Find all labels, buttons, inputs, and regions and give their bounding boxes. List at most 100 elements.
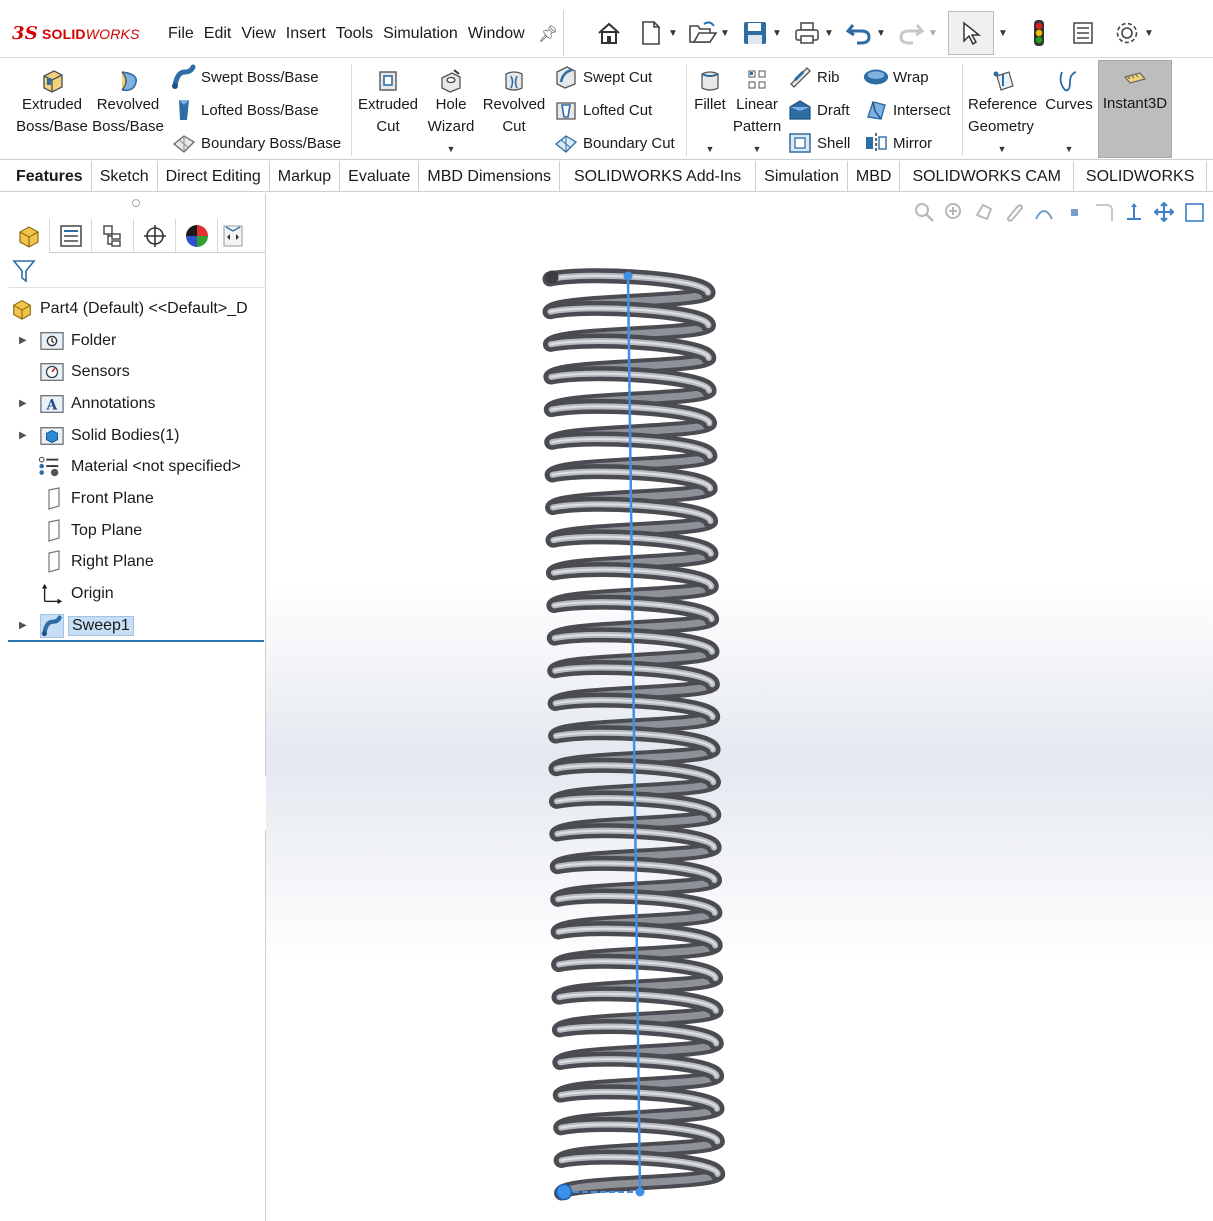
tree-item-annotations[interactable]: ▶ A Annotations: [8, 388, 266, 420]
reference-geometry-dropdown-icon[interactable]: ▼: [964, 138, 1040, 160]
hole-wizard-button[interactable]: Hole Wizard ▼: [422, 64, 480, 160]
origin-icon: [40, 582, 64, 606]
draft-button[interactable]: Draft: [786, 96, 850, 124]
linear-pattern-button[interactable]: Linear Pattern ▼: [732, 64, 782, 160]
print-icon[interactable]: [792, 18, 822, 48]
menu-tools[interactable]: Tools: [336, 25, 378, 43]
revolved-boss-base-button[interactable]: Revolved Boss/Base: [92, 64, 164, 138]
file-properties-icon[interactable]: [1068, 18, 1098, 48]
more-panel-tabs-button[interactable]: [218, 219, 248, 253]
tab-sketch[interactable]: Sketch: [92, 161, 158, 191]
tab-solidworks-add-ins[interactable]: SOLIDWORKS Add-Ins: [560, 161, 757, 191]
tree-item-folder[interactable]: ▶ Folder: [8, 325, 266, 357]
options-dropdown-icon[interactable]: ▼: [1142, 28, 1156, 39]
redo-dropdown-icon[interactable]: ▼: [926, 28, 940, 39]
graphics-viewport[interactable]: [266, 193, 1213, 1221]
tab-solidworks-cam[interactable]: SOLIDWORKS CAM: [900, 161, 1074, 191]
tree-root-part[interactable]: Part4 (Default) <<Default>_D: [8, 293, 266, 325]
select-tool-button[interactable]: [948, 11, 994, 55]
expand-arrow-icon[interactable]: ▶: [19, 620, 29, 631]
feature-manager-tab[interactable]: [8, 219, 50, 253]
revolved-cut-button[interactable]: Revolved Cut: [480, 64, 548, 138]
tab-evaluate[interactable]: Evaluate: [340, 161, 420, 191]
menu-view[interactable]: View: [241, 25, 280, 43]
select-dropdown-icon[interactable]: ▼: [996, 28, 1010, 39]
expand-arrow-icon[interactable]: ▶: [19, 430, 29, 441]
new-dropdown-icon[interactable]: ▼: [666, 28, 680, 39]
wrap-button[interactable]: Wrap: [862, 63, 929, 91]
axis-top-endpoint[interactable]: [623, 271, 633, 281]
tab-mbd-dimensions[interactable]: MBD Dimensions: [419, 161, 560, 191]
axis-bottom-endpoint[interactable]: [635, 1187, 645, 1197]
tree-item-sensors[interactable]: Sensors: [8, 356, 266, 388]
redo-icon[interactable]: [896, 18, 926, 48]
boundary-boss-base-button[interactable]: Boundary Boss/Base: [170, 129, 341, 157]
tree-item-material[interactable]: Material <not specified>: [8, 451, 266, 483]
swept-cut-button[interactable]: Swept Cut: [552, 63, 652, 91]
menu-insert[interactable]: Insert: [286, 25, 331, 43]
print-dropdown-icon[interactable]: ▼: [822, 28, 836, 39]
lofted-cut-button[interactable]: Lofted Cut: [552, 96, 652, 124]
cursor-arrow-icon: [963, 21, 982, 46]
tree-filter[interactable]: [8, 254, 266, 288]
property-manager-tab[interactable]: [50, 219, 92, 253]
tree-item-front-plane[interactable]: Front Plane: [8, 483, 266, 515]
tab-direct-editing[interactable]: Direct Editing: [158, 161, 270, 191]
fillet-dropdown-icon[interactable]: ▼: [690, 138, 730, 160]
menu-file[interactable]: File: [168, 25, 199, 43]
instant3d-button[interactable]: Instant3D: [1098, 60, 1172, 158]
pin-icon[interactable]: 📌︎: [538, 24, 558, 44]
tab-markup[interactable]: Markup: [270, 161, 341, 191]
swept-boss-base-button[interactable]: Swept Boss/Base: [170, 63, 319, 91]
expand-arrow-icon[interactable]: ▶: [19, 335, 29, 346]
save-dropdown-icon[interactable]: ▼: [770, 28, 784, 39]
rebuild-icon[interactable]: [1024, 18, 1054, 48]
tree-item-sweep1[interactable]: ▶ Sweep1: [8, 610, 266, 642]
menu-simulation[interactable]: Simulation: [383, 25, 463, 43]
mirror-button[interactable]: Mirror: [862, 129, 932, 157]
extruded-boss-base-button[interactable]: Extruded Boss/Base: [14, 64, 90, 138]
hole-wizard-dropdown-icon[interactable]: ▼: [422, 138, 480, 160]
open-dropdown-icon[interactable]: ▼: [718, 28, 732, 39]
boundary-cut-button[interactable]: Boundary Cut: [552, 129, 675, 157]
save-icon[interactable]: [740, 18, 770, 48]
tree-item-origin[interactable]: Origin: [8, 578, 266, 610]
extruded-cut-button[interactable]: Extruded Cut: [354, 64, 422, 138]
configuration-manager-tab[interactable]: [92, 219, 134, 253]
undo-icon[interactable]: [844, 18, 874, 48]
tree-item-solid-bodies[interactable]: ▶ Solid Bodies(1): [8, 420, 266, 452]
helical-spring-model[interactable]: [266, 193, 1213, 1221]
tab-mbd[interactable]: MBD: [848, 161, 901, 191]
home-icon[interactable]: [594, 18, 624, 48]
dimxpert-manager-tab[interactable]: [134, 219, 176, 253]
expand-arrow-icon[interactable]: ▶: [19, 398, 29, 409]
rollback-bar[interactable]: [8, 640, 264, 642]
spring-top-end-cap[interactable]: [545, 270, 559, 284]
menu-edit[interactable]: Edit: [204, 25, 237, 43]
tab-features[interactable]: Features: [0, 161, 92, 191]
curves-dropdown-icon[interactable]: ▼: [1042, 138, 1096, 160]
profile-circle-endpoint[interactable]: [555, 1183, 573, 1201]
intersect-button[interactable]: Intersect: [862, 96, 951, 124]
curves-button[interactable]: Curves ▼: [1042, 64, 1096, 160]
display-manager-tab[interactable]: [176, 219, 218, 253]
shell-button[interactable]: Shell: [786, 129, 850, 157]
options-gear-icon[interactable]: [1112, 18, 1142, 48]
tree-item-top-plane[interactable]: Top Plane: [8, 515, 266, 547]
tree-item-right-plane[interactable]: Right Plane: [8, 547, 266, 579]
folder-icon: [40, 329, 64, 353]
tab-simulation[interactable]: Simulation: [756, 161, 848, 191]
panel-grip-handle[interactable]: [132, 199, 140, 207]
solidworks-logo[interactable]: 3S SOLID WORKS: [12, 23, 140, 44]
tab-solidworks[interactable]: SOLIDWORKS: [1074, 161, 1208, 191]
undo-dropdown-icon[interactable]: ▼: [874, 28, 888, 39]
lofted-boss-base-button[interactable]: Lofted Boss/Base: [170, 96, 319, 124]
fillet-button[interactable]: Fillet ▼: [690, 64, 730, 160]
mirror-icon: [862, 129, 890, 157]
linear-pattern-dropdown-icon[interactable]: ▼: [732, 138, 782, 160]
new-document-icon[interactable]: [636, 18, 666, 48]
reference-geometry-button[interactable]: Reference Geometry ▼: [966, 64, 1042, 160]
open-folder-icon[interactable]: [688, 18, 718, 48]
menu-window[interactable]: Window: [468, 25, 530, 43]
rib-button[interactable]: Rib: [786, 63, 840, 91]
